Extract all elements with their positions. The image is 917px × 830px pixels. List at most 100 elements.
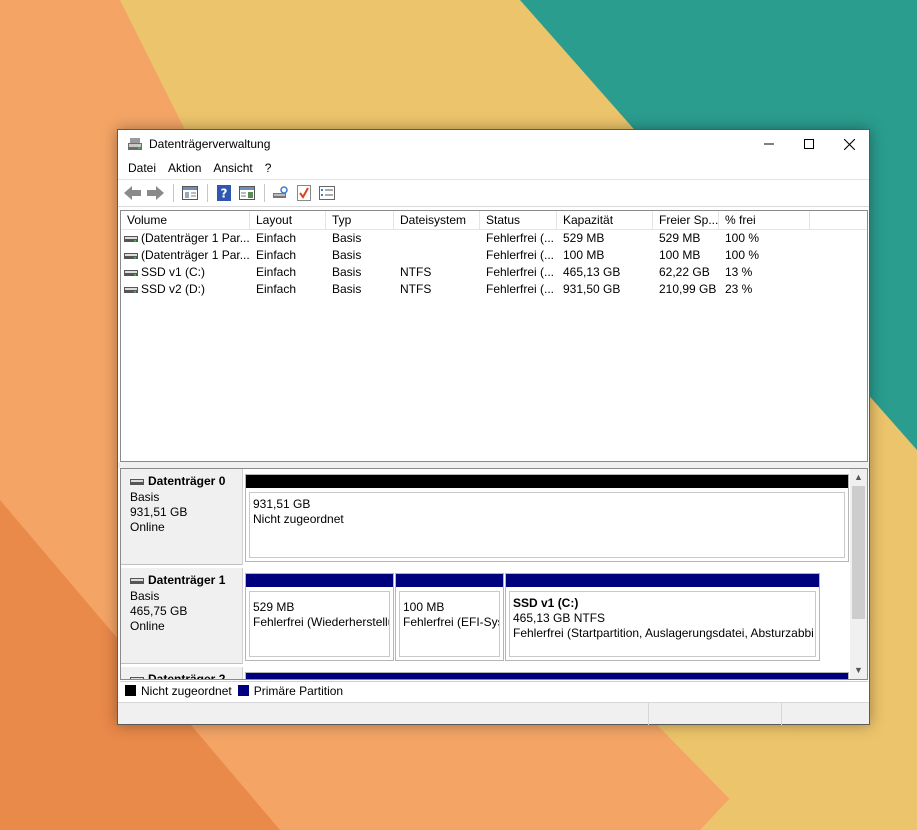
toolbar-separator — [207, 184, 208, 202]
status-cell — [649, 703, 782, 725]
partition-status: Fehlerfrei (Wiederherstellu — [253, 615, 390, 629]
window-title: Datenträgerverwaltung — [149, 137, 271, 151]
cell-volume: (Datenträger 1 Par... — [121, 230, 250, 247]
cell-typ: Basis — [332, 248, 362, 262]
properties-icon — [182, 186, 198, 200]
column-header-dateisystem[interactable]: Dateisystem — [394, 211, 480, 230]
back-button[interactable] — [122, 182, 144, 204]
column-header-kapazitaet[interactable]: Kapazität — [557, 211, 653, 230]
list-header: Volume Layout Typ Dateisystem Status Kap… — [121, 211, 867, 230]
partition-unallocated[interactable]: 931,51 GB Nicht zugeordnet — [245, 474, 849, 562]
cell-typ: Basis — [332, 231, 362, 245]
column-header-freier-speicher[interactable]: Freier Sp... — [653, 211, 719, 230]
maximize-icon — [804, 139, 814, 149]
cell-kapazitaet: 465,13 GB — [563, 265, 621, 279]
disk-label[interactable]: Datenträger 1 Basis 465,75 GB Online — [121, 568, 243, 664]
cell-freier-speicher: 210,99 GB — [659, 282, 717, 296]
scroll-up-icon[interactable]: ▲ — [850, 469, 867, 486]
volume-name: (Datenträger 1 Par... — [141, 231, 250, 245]
partition-efi[interactable]: 100 MB Fehlerfrei (EFI-Sys — [395, 573, 504, 661]
primary-partition-bar — [246, 574, 393, 587]
volume-icon — [124, 286, 138, 293]
partition-status: Fehlerfrei (EFI-Sys — [403, 615, 500, 629]
table-row[interactable]: SSD v1 (C:) Einfach Basis NTFS Fehlerfrei (.… — [121, 264, 867, 281]
properties-button[interactable] — [179, 182, 201, 204]
title-bar[interactable]: Datenträgerverwaltung — [118, 130, 869, 158]
check-icon — [297, 185, 311, 201]
scroll-down-icon[interactable]: ▼ — [850, 662, 867, 679]
menu-bar: Datei Aktion Ansicht ? — [118, 158, 869, 179]
status-bar — [118, 702, 869, 725]
partition-title: SSD v1 (C:) — [513, 596, 579, 610]
disk-state: Online — [130, 520, 165, 534]
menu-aktion[interactable]: Aktion — [162, 158, 207, 179]
column-header-status[interactable]: Status — [480, 211, 557, 230]
vertical-scrollbar[interactable]: ▲ ▼ — [850, 469, 867, 679]
partition-status: Fehlerfrei (Startpartition, Auslagerungs… — [513, 626, 814, 640]
toolbar: ? — [118, 179, 869, 207]
menu-ansicht[interactable]: Ansicht — [207, 158, 258, 179]
disk-management-window: Datenträgerverwaltung Datei Aktion Ansic… — [117, 129, 870, 725]
column-header-volume[interactable]: Volume — [121, 211, 250, 230]
disk-icon — [130, 478, 144, 485]
column-header-prozent-frei[interactable]: % frei — [719, 211, 810, 230]
cell-prozent-frei: 100 % — [725, 248, 760, 262]
cell-layout: Einfach — [256, 282, 297, 296]
cell-freier-speicher: 62,22 GB — [659, 265, 710, 279]
primary-partition-bar — [506, 574, 819, 587]
table-row[interactable]: SSD v2 (D:) Einfach Basis NTFS Fehlerfrei (.… — [121, 281, 867, 298]
volume-name: (Datenträger 1 Par... — [141, 248, 250, 262]
disk-name: Datenträger 0 — [148, 474, 226, 488]
close-icon — [843, 138, 855, 150]
disk-size: 931,51 GB — [130, 505, 188, 519]
minimize-button[interactable] — [749, 130, 789, 158]
table-row[interactable]: (Datenträger 1 Par... Einfach Basis Fehlerf… — [121, 247, 867, 264]
table-row[interactable]: (Datenträger 1 Par... Einfach Basis Fehlerf… — [121, 230, 867, 247]
cell-dateisystem — [394, 247, 480, 264]
cell-volume: SSD v2 (D:) — [121, 281, 250, 298]
forward-arrow-icon — [147, 186, 164, 200]
primary-partition-bar — [246, 673, 848, 679]
console-button[interactable] — [236, 182, 258, 204]
cell-typ: Basis — [332, 265, 362, 279]
close-button[interactable] — [829, 130, 869, 158]
cell-typ: Basis — [332, 282, 362, 296]
partition-ssd-v1[interactable]: SSD v1 (C:) 465,13 GB NTFS Fehlerfrei (S… — [505, 573, 820, 661]
maximize-button[interactable] — [789, 130, 829, 158]
toolbar-separator — [173, 184, 174, 202]
cell-layout: Einfach — [256, 248, 297, 262]
check-button[interactable] — [293, 182, 315, 204]
cell-prozent-frei: 13 % — [725, 265, 753, 279]
cell-freier-speicher: 100 MB — [659, 248, 701, 262]
help-button[interactable]: ? — [213, 182, 235, 204]
cell-prozent-frei: 23 % — [725, 282, 753, 296]
disk-icon — [130, 676, 144, 679]
disk-size: 465,75 GB — [130, 604, 188, 618]
cell-kapazitaet: 529 MB — [563, 231, 605, 245]
menu-help[interactable]: ? — [259, 158, 278, 179]
disk-type: Basis — [130, 589, 160, 603]
menu-datei[interactable]: Datei — [122, 158, 162, 179]
disk-label[interactable]: Datenträger 0 Basis 931,51 GB Online — [121, 469, 243, 565]
volume-name: SSD v1 (C:) — [141, 265, 206, 279]
disk-name: Datenträger 2 — [148, 672, 226, 680]
disk-state: Online — [130, 619, 165, 633]
disk-management-icon — [128, 138, 142, 150]
cell-kapazitaet: 100 MB — [563, 248, 605, 262]
forward-button[interactable] — [145, 182, 167, 204]
partition-recovery[interactable]: 529 MB Fehlerfrei (Wiederherstellu — [245, 573, 394, 661]
scrollbar-thumb[interactable] — [852, 486, 865, 619]
unallocated-bar — [246, 475, 848, 488]
console-icon — [239, 186, 255, 200]
unallocated-swatch — [125, 685, 136, 696]
disk-label[interactable]: Datenträger 2 — [121, 667, 243, 680]
volume-icon — [124, 235, 138, 242]
cell-status: Fehlerfrei (... — [486, 248, 555, 262]
primary-swatch — [237, 685, 249, 696]
column-header-layout[interactable]: Layout — [250, 211, 326, 230]
partition-disk2[interactable] — [245, 672, 849, 679]
list-button[interactable] — [316, 182, 338, 204]
connect-button[interactable] — [270, 182, 292, 204]
column-header-typ[interactable]: Typ — [326, 211, 394, 230]
volume-list: Volume Layout Typ Dateisystem Status Kap… — [120, 210, 868, 462]
